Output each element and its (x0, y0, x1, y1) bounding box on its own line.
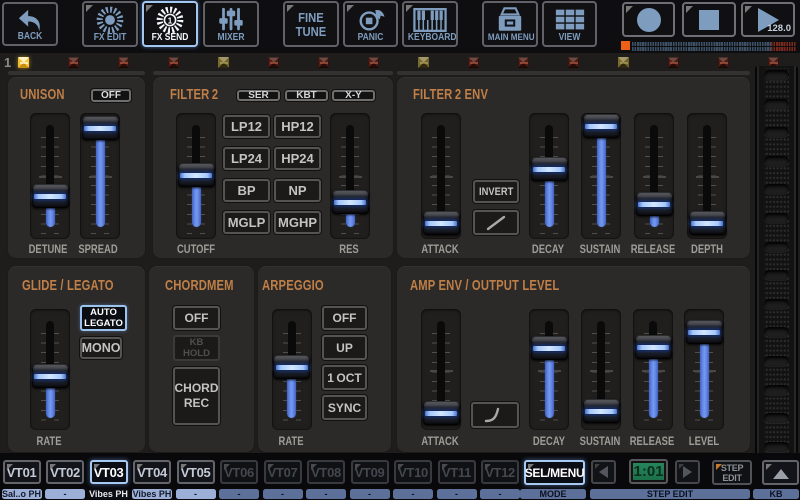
svg-text:1: 1 (168, 15, 173, 25)
